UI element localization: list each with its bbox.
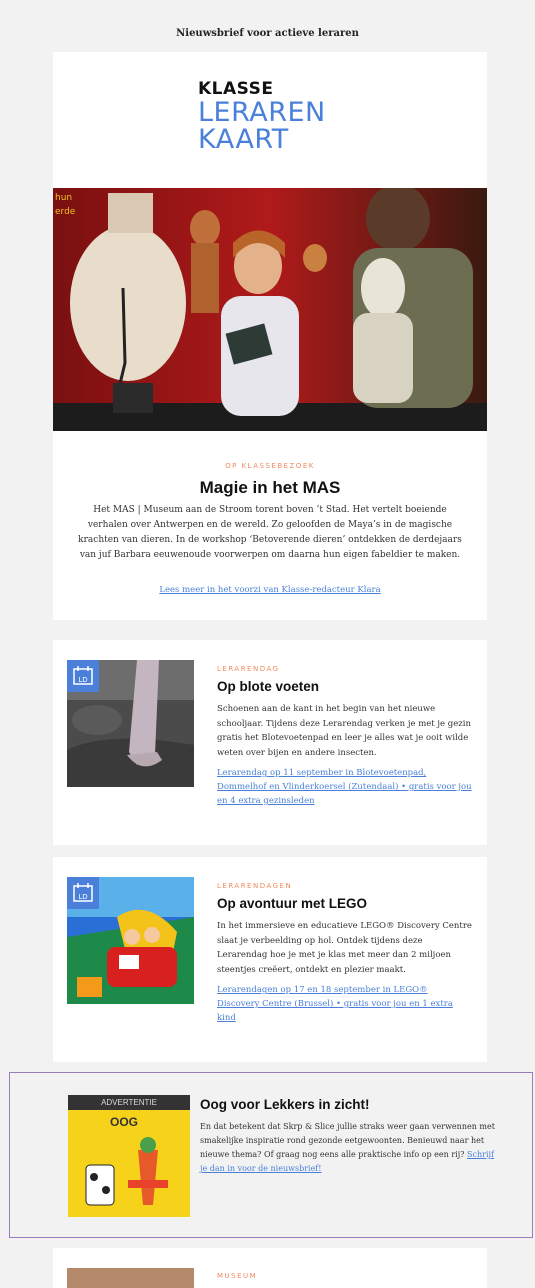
item-title: Op blote voeten — [217, 679, 320, 694]
item-card-lego: LD LERARENDAGEN Op avontuur met LEGO In … — [53, 857, 487, 1062]
item-body: In het immersieve en educatieve LEGO® Di… — [217, 921, 472, 975]
featured-read-more-link[interactable]: Lees meer in het voorzi van Klasse-redac… — [53, 585, 487, 595]
svg-text:erde: erde — [55, 207, 76, 217]
ad-body: En dat betekent dat Skrp & Slice jullie … — [200, 1120, 500, 1176]
ad-title: Oog voor Lekkers in zicht! — [200, 1097, 370, 1112]
lerarendag-calendar-icon: LD — [67, 877, 99, 909]
item-card-museum: MUSEUM — [53, 1248, 487, 1288]
badge-text: LD — [78, 893, 87, 901]
ad-image[interactable]: ADVERTENTIE OOG — [68, 1095, 190, 1217]
item-image-museum[interactable] — [67, 1268, 194, 1288]
item-body: Schoenen aan de kant in het begin van he… — [217, 704, 471, 758]
lerarendag-calendar-icon: LD — [67, 660, 99, 692]
featured-kicker: OP KLASSEBEZOEK — [225, 462, 315, 470]
item-link[interactable]: Lerarendag op 11 september in Blotevoete… — [217, 766, 472, 808]
logo-line-3: KAART — [198, 124, 289, 155]
logo-line-2: LERAREN — [198, 97, 326, 128]
hero-image[interactable]: hun erde — [53, 188, 487, 431]
item-title: Op avontuur met LEGO — [217, 896, 368, 911]
advertisement-box: ADVERTENTIE OOG Oog voor Lekkers in zich… — [9, 1072, 533, 1238]
item-kicker: MUSEUM — [217, 1272, 258, 1280]
ad-label: ADVERTENTIE — [68, 1095, 190, 1110]
oog-logo: OOG — [110, 1115, 139, 1129]
logo-line-1: KLASSE — [198, 79, 274, 99]
item-image-feet[interactable]: LD — [67, 660, 194, 787]
item-image-lego[interactable]: LD — [67, 877, 194, 1004]
featured-card: KLASSE LERAREN KAART hun erde OP KLASSEB… — [53, 52, 487, 620]
newsletter-title: Nieuwsbrief voor actieve leraren — [176, 28, 359, 39]
featured-body: Het MAS | Museum aan de Stroom torent bo… — [78, 505, 462, 560]
item-card-blote-voeten: LD LERARENDAG Op blote voeten Schoenen a… — [53, 640, 487, 845]
klasse-lerarenkaart-logo[interactable]: KLASSE LERAREN KAART — [198, 79, 326, 153]
badge-text: LD — [78, 676, 87, 684]
ad-body-text: En dat betekent dat Skrp & Slice jullie … — [200, 1122, 495, 1159]
svg-text:hun: hun — [55, 193, 72, 203]
featured-title: Magie in het MAS — [199, 478, 341, 497]
item-kicker: LERARENDAGEN — [217, 882, 293, 890]
item-link[interactable]: Lerarendagen op 17 en 18 september in LE… — [217, 983, 472, 1025]
item-kicker: LERARENDAG — [217, 665, 280, 673]
